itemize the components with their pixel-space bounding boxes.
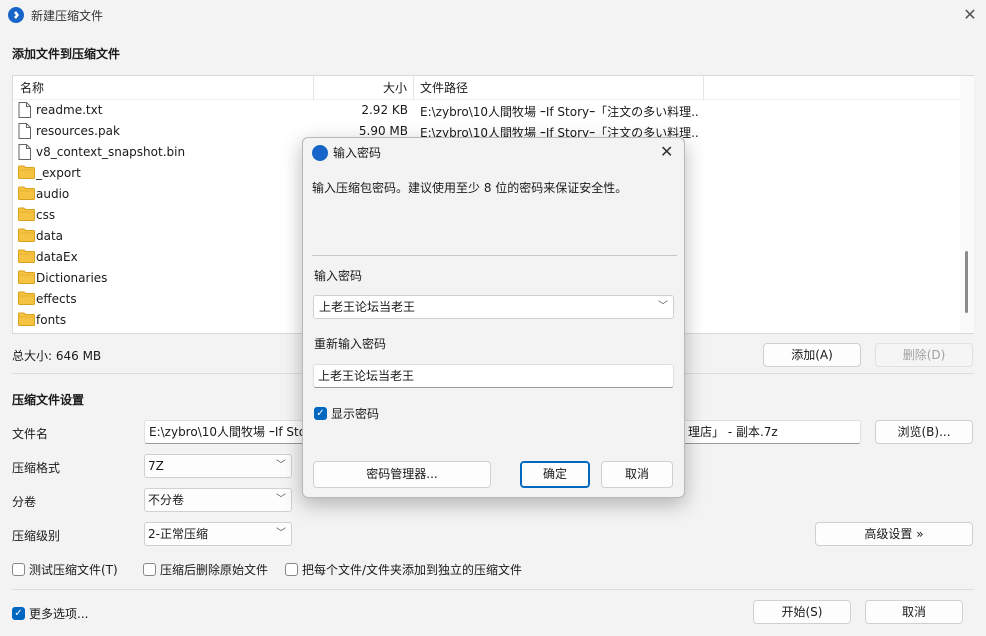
chevron-down-icon: ﹀ — [276, 460, 286, 471]
column-divider[interactable] — [703, 76, 704, 100]
file-icon — [18, 102, 35, 118]
column-path[interactable]: 文件路径 — [420, 76, 468, 100]
chevron-down-icon: ﹀ — [276, 494, 286, 505]
divider — [312, 255, 677, 256]
checkbox-box[interactable] — [143, 563, 156, 576]
browse-button[interactable]: 浏览(B)... — [875, 420, 973, 444]
file-name: effects — [36, 292, 77, 306]
file-name: fonts — [36, 313, 67, 327]
dialog-title: 输入密码 — [333, 146, 382, 160]
file-name: Dictionaries — [36, 271, 108, 285]
file-icon — [18, 144, 35, 160]
file-name: data — [36, 229, 64, 243]
format-select[interactable]: 7Z ﹀ — [144, 454, 292, 478]
repeat-password-input[interactable]: 上老王论坛当老王 — [313, 364, 674, 388]
column-name[interactable]: 名称 — [20, 76, 44, 100]
checkbox-box[interactable] — [285, 563, 298, 576]
file-name: _export — [36, 166, 81, 180]
add-section-title: 添加文件到压缩文件 — [12, 47, 121, 61]
app-icon — [8, 7, 24, 23]
title-bar: 新建压缩文件 ✕ — [0, 0, 986, 30]
total-size: 总大小: 646 MB — [12, 349, 102, 363]
checkbox-box[interactable] — [12, 563, 25, 576]
password-dialog: 输入密码 ✕ 输入压缩包密码。建议使用至少 8 位的密码来保证安全性。 输入密码… — [302, 137, 685, 498]
show-password-checkbox[interactable]: ✓ 显示密码 — [314, 405, 379, 422]
folder-icon — [18, 249, 35, 265]
add-button[interactable]: 添加(A) — [763, 343, 861, 367]
folder-icon — [18, 291, 35, 307]
file-name: resources.pak — [36, 124, 120, 138]
file-name: css — [36, 208, 56, 222]
folder-icon — [18, 270, 35, 286]
advanced-button[interactable]: 高级设置 » — [815, 522, 973, 546]
format-label: 压缩格式 — [12, 461, 61, 475]
settings-title: 压缩文件设置 — [12, 393, 85, 407]
separate-archives-label: 把每个文件/文件夹添加到独立的压缩文件 — [302, 563, 523, 577]
filename-field[interactable]: E:\zybro\10人間牧場 ｰIf Sto — [144, 420, 304, 444]
file-size: 5.90 MB — [358, 124, 408, 138]
file-name: audio — [36, 187, 70, 201]
dialog-description: 输入压缩包密码。建议使用至少 8 位的密码来保证安全性。 — [312, 181, 628, 195]
level-value: 2-正常压缩 — [148, 527, 208, 541]
delete-after-label: 压缩后删除原始文件 — [160, 563, 269, 577]
column-divider[interactable] — [413, 76, 414, 100]
format-value: 7Z — [148, 459, 164, 473]
filename-field-tail[interactable]: 理店」 - 副本.7z — [684, 420, 861, 444]
repeat-password-label: 重新输入密码 — [314, 337, 387, 351]
delete-button[interactable]: 删除(D) — [875, 343, 973, 367]
file-icon — [18, 123, 35, 139]
column-size[interactable]: 大小 — [383, 76, 407, 100]
volume-label: 分卷 — [12, 495, 37, 509]
ok-button[interactable]: 确定 — [520, 461, 590, 488]
check-icon[interactable]: ✓ — [314, 407, 327, 420]
test-archive-checkbox[interactable]: 测试压缩文件(T) — [12, 561, 118, 578]
file-name: v8_context_snapshot.bin — [36, 145, 186, 159]
column-divider[interactable] — [313, 76, 314, 100]
folder-icon — [18, 312, 35, 328]
close-icon[interactable]: ✕ — [660, 142, 673, 161]
file-list-header: 名称 大小 文件路径 — [13, 76, 961, 100]
file-size: 2.92 KB — [361, 103, 408, 117]
folder-icon — [18, 165, 35, 181]
folder-icon — [18, 228, 35, 244]
test-archive-label: 测试压缩文件(T) — [29, 563, 118, 577]
file-name: readme.txt — [36, 103, 103, 117]
chevron-down-icon[interactable]: ﹀ — [658, 296, 668, 318]
dialog-cancel-button[interactable]: 取消 — [601, 461, 673, 488]
check-icon[interactable]: ✓ — [12, 607, 25, 620]
password-manager-button[interactable]: 密码管理器... — [313, 461, 491, 488]
delete-after-checkbox[interactable]: 压缩后删除原始文件 — [143, 561, 268, 578]
scrollbar-thumb[interactable] — [965, 251, 968, 313]
separate-archives-checkbox[interactable]: 把每个文件/文件夹添加到独立的压缩文件 — [285, 561, 522, 578]
app-icon — [312, 145, 328, 161]
more-options-checkbox[interactable]: ✓ 更多选项... — [12, 605, 88, 622]
file-path: E:\zybro\10人間牧場 ｰIf Storyｰ「注文の多い料理... — [420, 105, 700, 119]
volume-value: 不分卷 — [148, 493, 185, 507]
password-label: 输入密码 — [314, 269, 363, 283]
file-list-row[interactable]: readme.txt 2.92 KB E:\zybro\10人間牧場 ｰIf Sto… — [13, 100, 961, 121]
password-value: 上老王论坛当老王 — [319, 300, 416, 314]
vertical-scrollbar[interactable] — [960, 76, 974, 333]
close-icon[interactable]: ✕ — [960, 5, 980, 25]
start-button[interactable]: 开始(S) — [753, 600, 851, 624]
level-label: 压缩级别 — [12, 529, 61, 543]
cancel-button[interactable]: 取消 — [865, 600, 963, 624]
level-select[interactable]: 2-正常压缩 ﹀ — [144, 522, 292, 546]
filename-label: 文件名 — [12, 427, 49, 441]
file-name: dataEx — [36, 250, 78, 264]
folder-icon — [18, 186, 35, 202]
chevron-down-icon: ﹀ — [276, 528, 286, 539]
volume-select[interactable]: 不分卷 ﹀ — [144, 488, 292, 512]
window-title: 新建压缩文件 — [31, 9, 104, 23]
password-input[interactable]: 上老王论坛当老王 ﹀ — [313, 295, 674, 319]
show-password-label: 显示密码 — [331, 407, 380, 421]
more-options-label: 更多选项... — [29, 607, 89, 621]
divider — [12, 589, 974, 590]
folder-icon — [18, 207, 35, 223]
